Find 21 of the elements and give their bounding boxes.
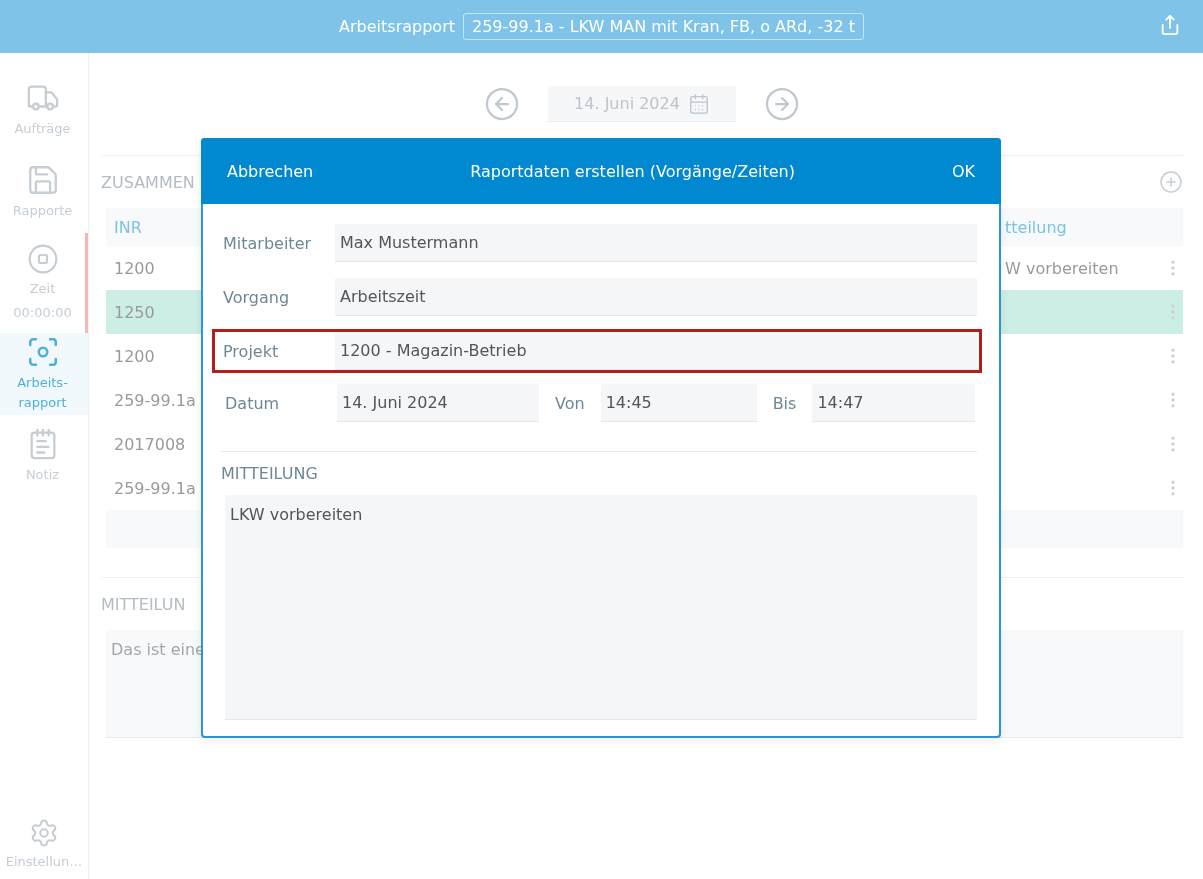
field-label: Vorgang: [223, 287, 291, 307]
field-label: Mitarbeiter: [223, 233, 313, 253]
table-cell: 259-99.1a: [114, 478, 196, 498]
dialog-title: Raportdaten erstellen (Vorgänge/Zeiten): [470, 161, 795, 181]
table-cell: 1200: [114, 258, 155, 278]
table-cell: 259-99.1a: [114, 390, 196, 410]
table-cell: 1250: [114, 302, 155, 322]
table-cell: W vorbereiten: [1005, 258, 1119, 278]
field-label: Von: [555, 393, 585, 413]
table-cell: 1200: [114, 346, 155, 366]
section-heading: MITTEILUNG: [221, 464, 319, 483]
field-label: Projekt: [223, 341, 280, 361]
document-title: 259-99.1a - LKW MAN mit Kran, FB, o ARd, -32 t: [463, 13, 864, 40]
section-heading: ZUSAMMEN: [101, 172, 195, 192]
field-label: Bis: [772, 393, 797, 413]
field-label: Datum: [225, 393, 281, 413]
column-header: INR: [114, 217, 142, 237]
page-title: Arbeitsrapport: [339, 17, 455, 36]
column-header: tteilung: [1005, 217, 1067, 237]
section-heading: MITTEILUN: [101, 594, 186, 614]
table-cell: 2017008: [114, 434, 186, 454]
